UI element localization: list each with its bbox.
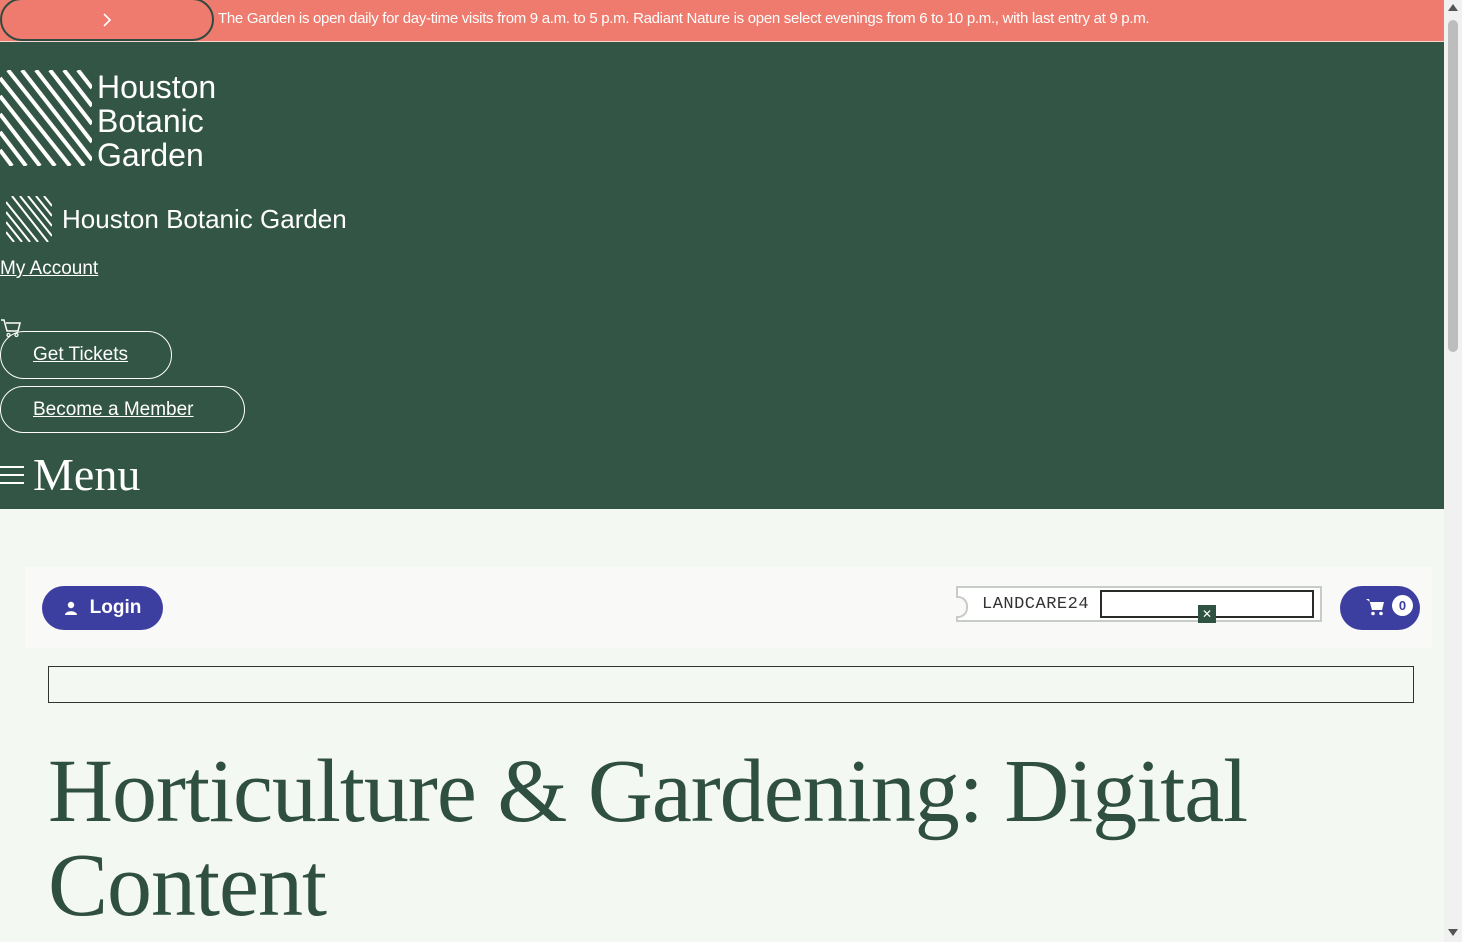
login-button[interactable]: Login (42, 586, 163, 630)
get-tickets-button[interactable]: Get Tickets (0, 331, 172, 379)
cart-count-badge: 0 (1392, 595, 1413, 616)
announcement-bar: The Garden is open daily for day-time vi… (0, 0, 1444, 42)
announcement-text: The Garden is open daily for day-time vi… (218, 10, 1150, 27)
login-label: Login (89, 597, 142, 618)
become-member-button[interactable]: Become a Member (0, 386, 245, 433)
logo-line-3: Garden (97, 137, 204, 173)
scroll-thumb[interactable] (1448, 20, 1458, 352)
cart-button[interactable]: 0 (1340, 586, 1420, 630)
logo-wordmark: Houston Botanic Garden (97, 70, 216, 172)
page: The Garden is open daily for day-time vi… (0, 0, 1444, 942)
chevron-right-icon (103, 12, 112, 27)
logo-line-2: Botanic (97, 103, 204, 139)
ticket-toolbar: Login LANDCARE24 ✕ 0 (25, 567, 1432, 648)
page-title: Horticulture & Gardening: Digital Conten… (48, 742, 1248, 935)
my-account-link[interactable]: My Account (0, 258, 98, 280)
logo-line-1: Houston (97, 69, 217, 105)
vertical-scrollbar[interactable] (1444, 0, 1462, 942)
site-header: Houston Botanic Garden Houston Botanic G… (0, 42, 1444, 509)
site-name: Houston Botanic Garden (62, 203, 347, 234)
menu-label: Menu (33, 449, 141, 500)
site-home-link[interactable]: Houston Botanic Garden (6, 195, 347, 243)
menu-toggle[interactable]: Menu (0, 447, 140, 503)
ticket-notch (956, 596, 968, 618)
announcement-next-button[interactable] (0, 0, 214, 41)
leaf-lines-small-icon (6, 196, 52, 242)
person-icon (64, 601, 77, 615)
hamburger-icon (0, 466, 24, 484)
scroll-down-arrow-icon[interactable] (1448, 929, 1458, 936)
cart-icon (1366, 599, 1384, 616)
search-input[interactable] (48, 666, 1414, 703)
promo-code-label: LANDCARE24 (982, 595, 1090, 614)
close-icon[interactable]: ✕ (1198, 605, 1216, 623)
scroll-up-arrow-icon[interactable] (1448, 4, 1458, 11)
leaf-lines-icon (0, 70, 92, 166)
site-logo[interactable]: Houston Botanic Garden (0, 70, 240, 172)
promo-code-box: LANDCARE24 ✕ (956, 586, 1322, 623)
